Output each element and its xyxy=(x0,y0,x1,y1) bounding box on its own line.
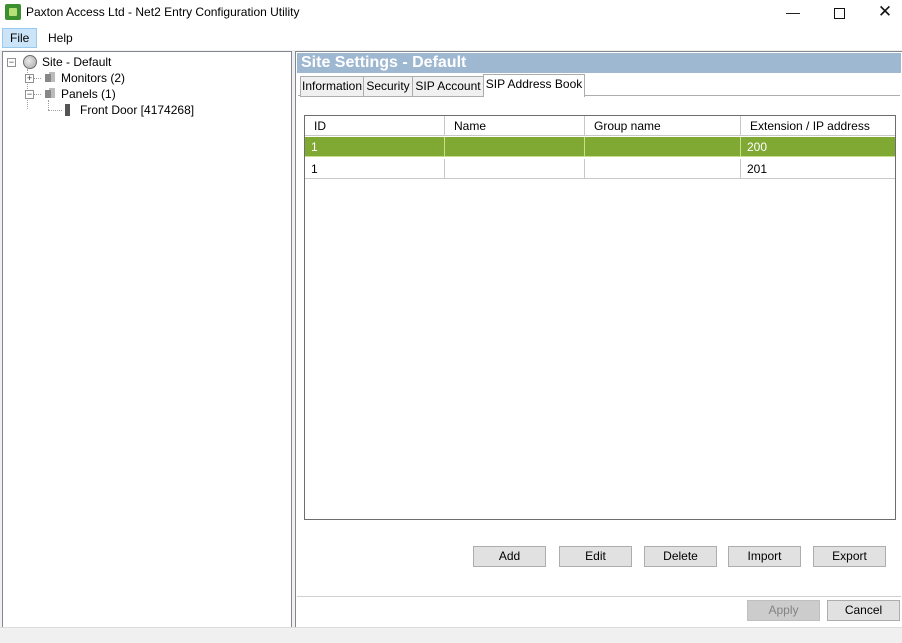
cell-extension[interactable]: 200 xyxy=(741,137,895,157)
cancel-button[interactable]: Cancel xyxy=(827,600,900,621)
delete-button[interactable]: Delete xyxy=(644,546,717,567)
menu-file[interactable]: File xyxy=(2,28,38,48)
tree-label-monitors: Monitors (2) xyxy=(61,71,126,85)
grid-header: ID Name Group name Extension / IP addres… xyxy=(305,116,895,137)
collapse-icon[interactable]: − xyxy=(7,58,16,67)
cell-id[interactable]: 1 xyxy=(305,137,445,157)
sip-address-grid[interactable]: ID Name Group name Extension / IP addres… xyxy=(304,115,896,520)
tree-label-panels: Panels (1) xyxy=(61,87,116,101)
tree-label-site: Site - Default xyxy=(42,55,112,69)
table-row[interactable]: 1 201 xyxy=(305,159,895,180)
tab-security[interactable]: Security xyxy=(363,76,413,97)
collapse-icon[interactable]: − xyxy=(25,90,34,99)
cell-group[interactable] xyxy=(585,137,741,157)
add-button[interactable]: Add xyxy=(473,546,546,567)
globe-icon xyxy=(23,55,37,69)
tree-connector xyxy=(48,110,62,111)
site-settings-panel: Site Settings - Default Information Secu… xyxy=(295,51,902,628)
panel-header: Site Settings - Default xyxy=(297,53,901,73)
expand-icon[interactable]: + xyxy=(25,74,34,83)
tab-sip-address-book[interactable]: SIP Address Book xyxy=(483,74,585,97)
footer-divider xyxy=(297,596,901,597)
maximize-button[interactable] xyxy=(816,0,862,26)
door-panel-icon xyxy=(61,103,75,117)
table-row[interactable]: 1 200 xyxy=(305,137,895,158)
app-icon xyxy=(5,4,21,20)
close-button[interactable]: ✕ xyxy=(862,0,902,26)
maximize-icon xyxy=(833,8,845,19)
column-header-id[interactable]: ID xyxy=(305,116,445,136)
site-tree[interactable]: − Site - Default + Monitors (2) − Panels… xyxy=(2,51,292,628)
menu-bar: File Help xyxy=(0,26,902,50)
cell-name[interactable] xyxy=(445,159,585,179)
cell-id[interactable]: 1 xyxy=(305,159,445,179)
column-header-group[interactable]: Group name xyxy=(585,116,741,136)
panels-icon xyxy=(43,87,57,101)
export-button[interactable]: Export xyxy=(813,546,886,567)
column-header-extension[interactable]: Extension / IP address xyxy=(741,116,895,136)
tree-label-front-door: Front Door [4174268] xyxy=(80,103,195,117)
import-button[interactable]: Import xyxy=(728,546,801,567)
minimize-button[interactable]: — xyxy=(770,0,816,26)
apply-button[interactable]: Apply xyxy=(747,600,820,621)
status-bar xyxy=(0,627,902,643)
monitors-icon xyxy=(43,71,57,85)
tab-information[interactable]: Information xyxy=(300,76,364,97)
tree-connector xyxy=(48,100,49,110)
title-bar: Paxton Access Ltd - Net2 Entry Configura… xyxy=(0,0,902,26)
column-header-name[interactable]: Name xyxy=(445,116,585,136)
cell-name[interactable] xyxy=(445,137,585,157)
window-title: Paxton Access Ltd - Net2 Entry Configura… xyxy=(26,5,300,19)
menu-help[interactable]: Help xyxy=(41,29,80,47)
edit-button[interactable]: Edit xyxy=(559,546,632,567)
panel-title: Site Settings - Default xyxy=(301,54,467,71)
tab-sip-account[interactable]: SIP Account xyxy=(412,76,484,97)
cell-extension[interactable]: 201 xyxy=(741,159,895,179)
cell-group[interactable] xyxy=(585,159,741,179)
